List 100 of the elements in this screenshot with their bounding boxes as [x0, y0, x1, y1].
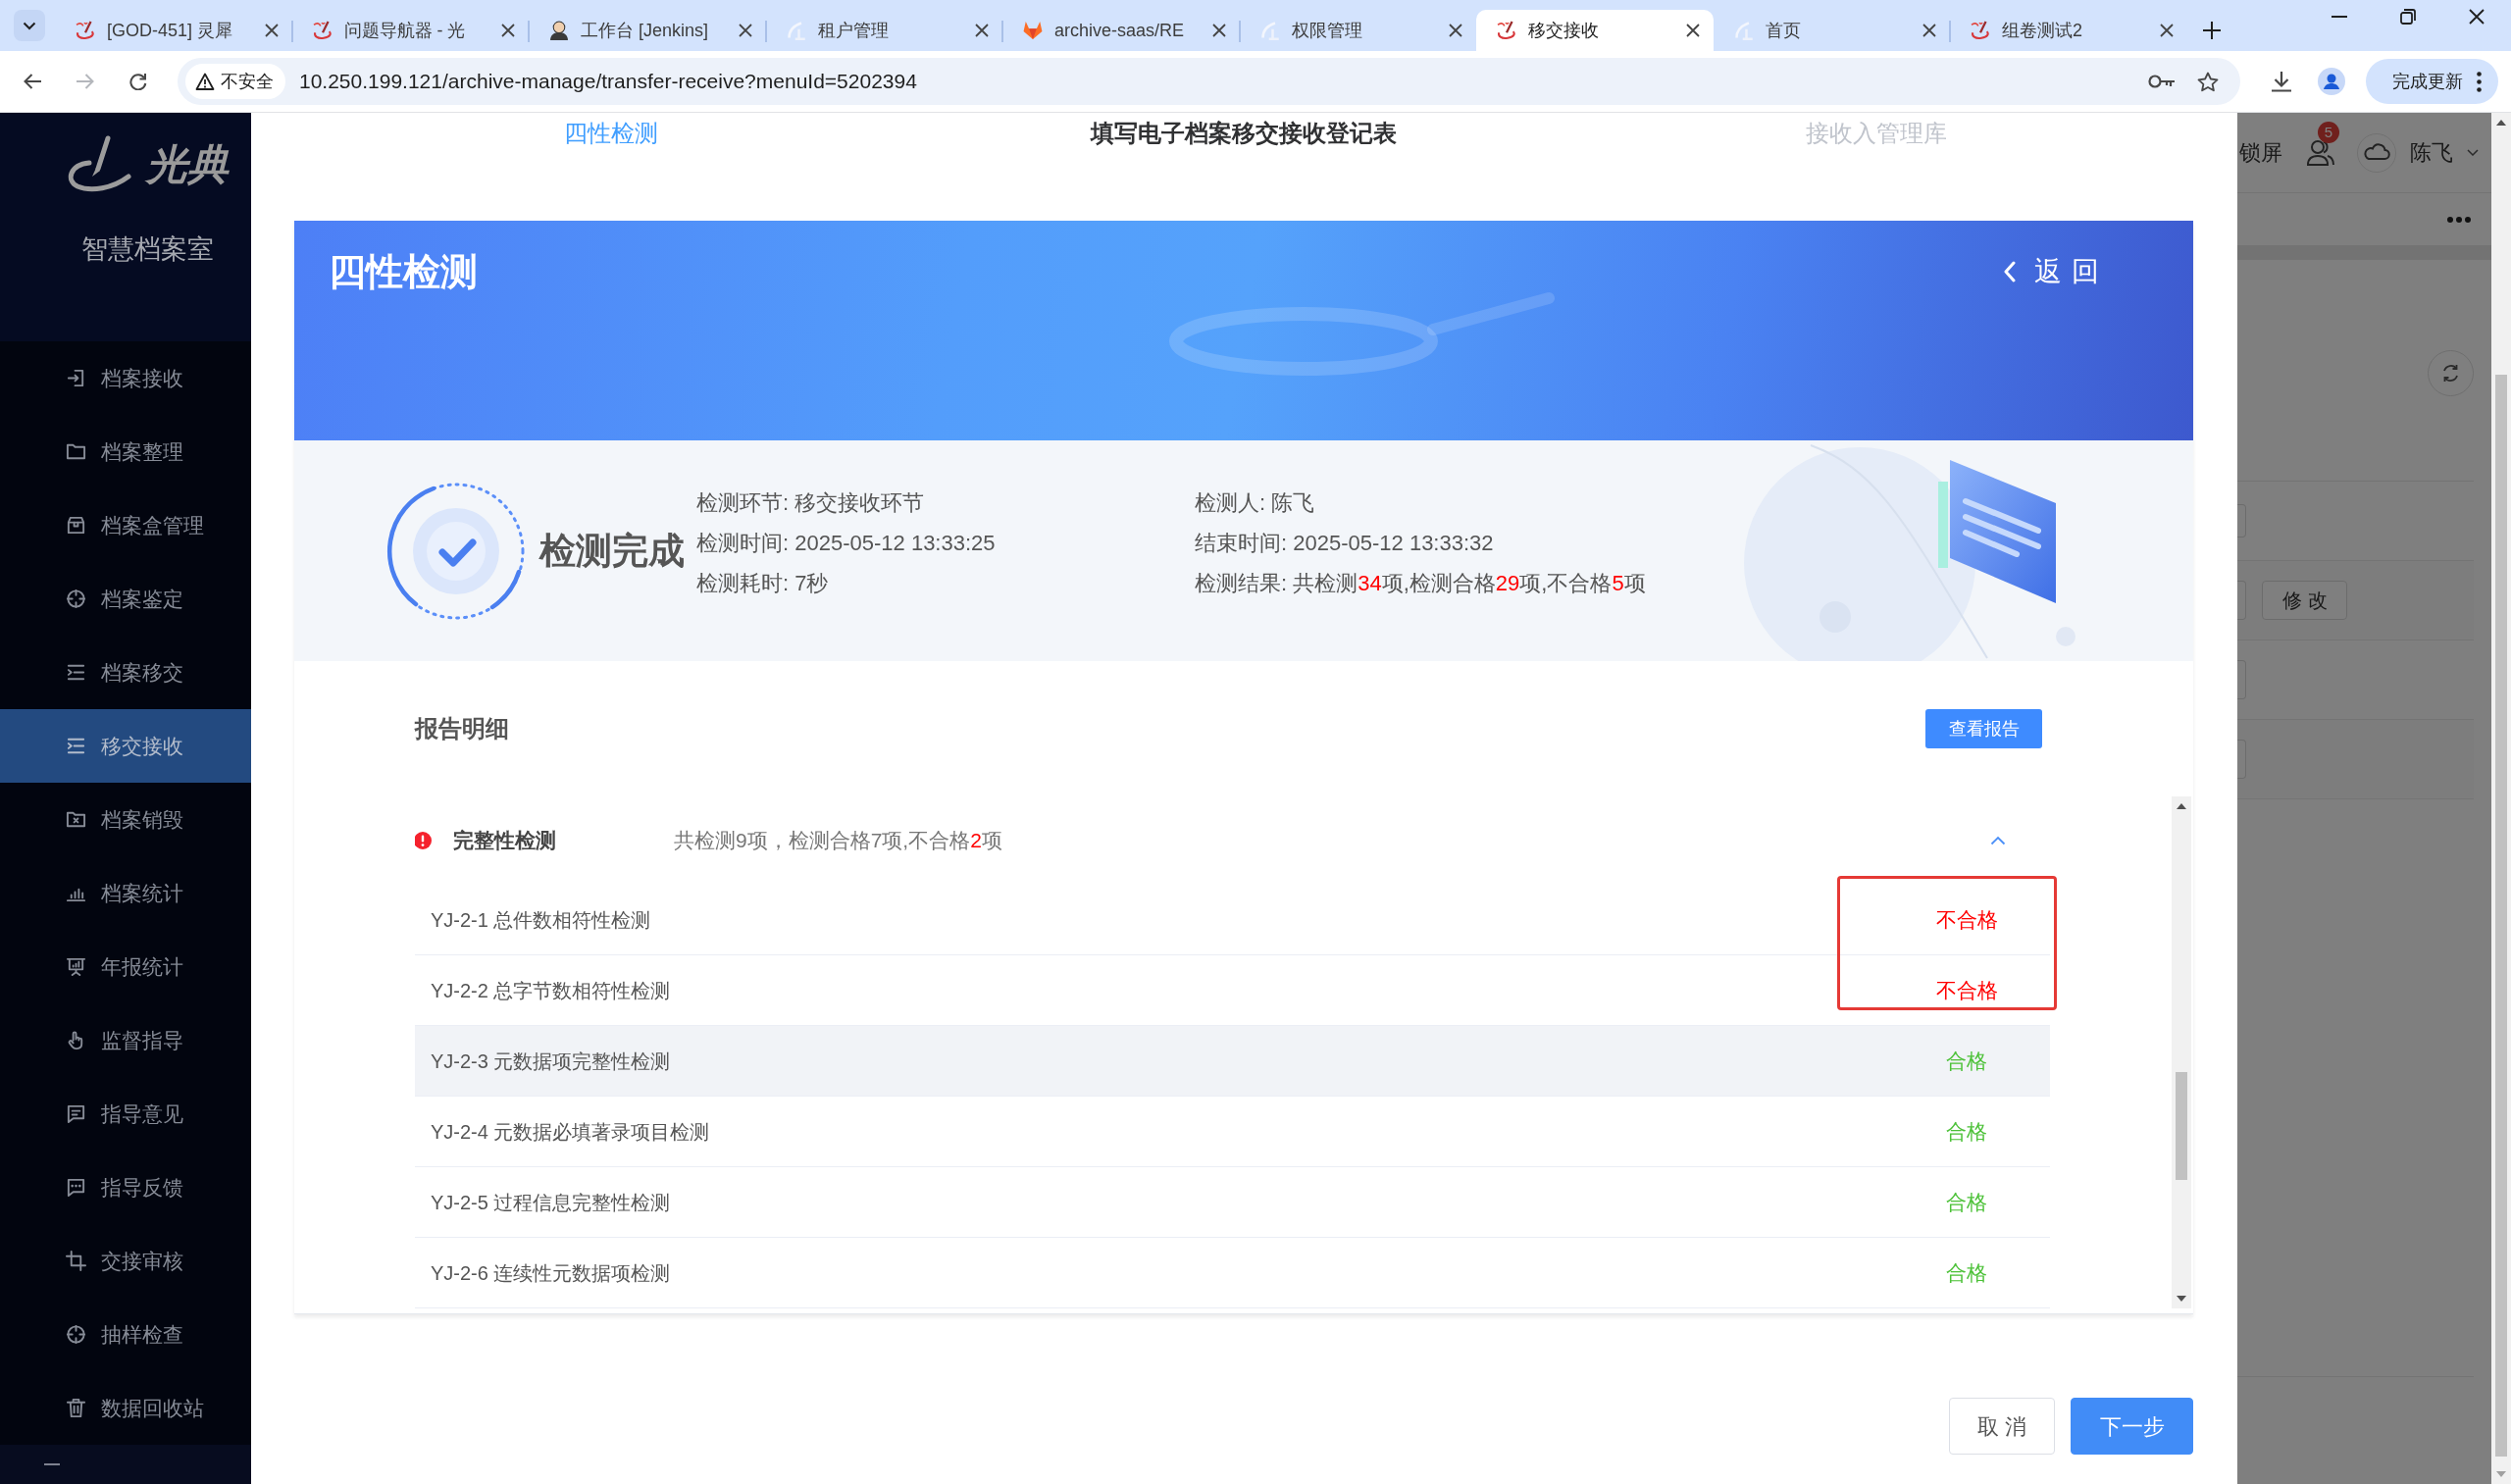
cloud-avatar-icon[interactable] — [2357, 132, 2396, 173]
browser-tab[interactable]: 问题导航器 - 光 — [291, 10, 529, 51]
chevron-down-icon[interactable] — [2467, 149, 2479, 156]
key-icon[interactable] — [2148, 74, 2176, 89]
sidebar-item[interactable]: 档案销毁 — [0, 783, 251, 856]
sidebar-item[interactable]: 档案接收 — [0, 341, 251, 415]
sidebar-item[interactable]: 年报统计 — [0, 930, 251, 1003]
sidebar-item[interactable]: 移交接收 — [0, 709, 251, 783]
list-icon — [66, 736, 86, 756]
browser-tab[interactable]: archive-saas/RE — [1002, 10, 1240, 51]
banner-title: 四性检测 — [329, 250, 478, 294]
sidebar-item[interactable]: 档案盒管理 — [0, 488, 251, 562]
browser-tab[interactable]: 权限管理 — [1239, 10, 1476, 51]
star-icon[interactable] — [2197, 71, 2219, 92]
info-line: 检测结果: 共检测34项,检测合格29项,不合格5项 — [1195, 570, 1646, 597]
fox-icon — [1023, 21, 1043, 40]
close-icon[interactable] — [501, 24, 515, 37]
chevron-left-icon — [2004, 261, 2016, 282]
close-icon[interactable] — [975, 24, 989, 37]
step-label: 四性检测 — [563, 120, 658, 146]
close-icon[interactable] — [738, 24, 752, 37]
person-icon — [549, 21, 569, 40]
check-result: 合格 — [1945, 1259, 1988, 1286]
browser-tab[interactable]: 移交接收 — [1476, 10, 1714, 51]
trash-icon — [66, 1398, 86, 1418]
restore-icon[interactable] — [2400, 9, 2416, 25]
scroll-up-icon[interactable] — [2496, 120, 2506, 126]
user-name[interactable]: 陈飞 — [2410, 136, 2453, 169]
refresh-icon[interactable] — [2428, 350, 2474, 396]
close-icon[interactable] — [1685, 24, 1700, 37]
cancel-button[interactable]: 取消 — [1949, 1398, 2055, 1455]
browser-tab[interactable]: 租户管理 — [765, 10, 1002, 51]
crosshair-icon — [66, 1324, 86, 1345]
back-button[interactable]: 返回 — [2004, 249, 2109, 294]
profile-icon[interactable] — [2318, 68, 2345, 95]
close-icon[interactable] — [1449, 24, 1462, 37]
update-button[interactable]: 完成更新 — [2366, 59, 2498, 104]
faded-logo-icon — [1733, 21, 1754, 40]
more-icon[interactable] — [2447, 216, 2471, 223]
message-icon — [66, 1103, 86, 1124]
sidebar-item[interactable]: 数据回收站 — [0, 1371, 251, 1445]
close-icon[interactable] — [2159, 24, 2174, 37]
close-icon[interactable] — [1211, 24, 1226, 37]
sidebar-item[interactable]: 指导反馈 — [0, 1151, 251, 1224]
browser-tab[interactable]: [GOD-451] 灵犀 — [55, 10, 292, 51]
address-bar[interactable]: 不安全 10.250.199.121/archive-manage/transfer-receive?menuId=5202394 — [178, 58, 2240, 105]
check-result: 合格 — [1945, 1048, 1988, 1074]
step-label: 接收入管理库 — [1806, 120, 1948, 146]
crop-icon — [66, 1251, 86, 1271]
chat-icon — [66, 1177, 86, 1198]
group-summary: 共检测9项，检测合格7项,不合格2项 — [674, 828, 1002, 854]
sidebar-item[interactable]: 档案统计 — [0, 856, 251, 930]
brush-logo-icon — [1971, 21, 1990, 40]
browser-tab[interactable]: 组卷测试2 — [1950, 10, 2187, 51]
scroll-down-icon[interactable] — [2177, 1296, 2186, 1302]
input-field[interactable] — [2237, 660, 2246, 699]
close-icon[interactable] — [264, 24, 279, 37]
brush-logo-icon — [312, 21, 333, 40]
sidebar-item[interactable]: 档案移交 — [0, 636, 251, 709]
next-button[interactable]: 下一步 — [2071, 1398, 2193, 1455]
list-icon — [66, 662, 86, 683]
brush-logo-icon — [66, 135, 132, 194]
box-icon — [66, 515, 86, 536]
browser-tab[interactable]: 工作台 [Jenkins] — [529, 10, 766, 51]
logo-text: 光典 — [146, 144, 229, 185]
sidebar-item[interactable]: 交接审核 — [0, 1224, 251, 1298]
browser-tab[interactable]: 首页 — [1713, 10, 1950, 51]
check-circle-icon — [386, 481, 526, 621]
input-field[interactable] — [2237, 504, 2246, 537]
close-icon[interactable] — [1922, 24, 1936, 37]
lock-screen-link[interactable]: 锁屏 — [2239, 136, 2282, 169]
brush-logo-icon — [76, 21, 95, 40]
scrollbar[interactable] — [2172, 796, 2191, 1308]
arrow-right-icon — [76, 73, 95, 90]
scrollbar[interactable] — [2491, 113, 2511, 1484]
step-label: 填写电子档案移交接收登记表 — [1091, 120, 1397, 146]
security-chip[interactable]: 不安全 — [185, 64, 285, 99]
edit-button[interactable]: 修改 — [2262, 581, 2347, 620]
close-icon[interactable] — [2469, 9, 2485, 25]
scrollbar-thumb[interactable] — [2176, 1072, 2187, 1180]
view-report-button[interactable]: 查看报告 — [1925, 709, 2042, 748]
scroll-up-icon[interactable] — [2177, 803, 2186, 809]
input-field[interactable] — [2237, 581, 2246, 620]
sidebar-item[interactable]: 档案整理 — [0, 415, 251, 488]
info-line: 检测耗时: 7秒 — [696, 570, 830, 597]
info-line: 检测人: 陈飞 — [1195, 489, 1316, 517]
chevron-down-icon — [23, 21, 36, 30]
tab-list-button[interactable] — [14, 10, 45, 41]
sidebar-item[interactable]: 抽样检查 — [0, 1298, 251, 1371]
download-icon[interactable] — [2271, 71, 2292, 92]
input-field[interactable] — [2237, 740, 2246, 779]
plus-icon[interactable] — [2202, 22, 2221, 39]
sidebar-item[interactable]: 档案鉴定 — [0, 562, 251, 636]
chevron-up-icon[interactable] — [1990, 836, 2006, 845]
status-title: 检测完成 — [539, 529, 685, 573]
sidebar-item[interactable]: 监督指导 — [0, 1003, 251, 1077]
users-icon[interactable] — [2306, 138, 2335, 167]
sidebar-item[interactable]: 指导意见 — [0, 1077, 251, 1151]
section-title: 报告明细 — [415, 714, 509, 743]
scrollbar-thumb[interactable] — [2495, 375, 2507, 1457]
